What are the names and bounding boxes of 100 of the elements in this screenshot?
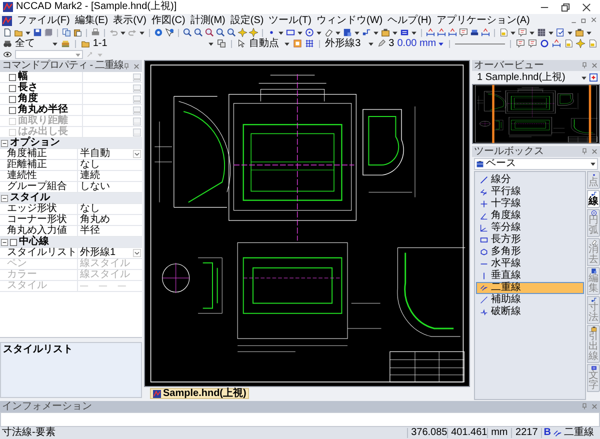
help-icon[interactable]	[154, 28, 163, 37]
layer-dropdown[interactable]: 1-1	[92, 38, 214, 48]
connector-icon[interactable]	[362, 28, 371, 37]
rectangle-icon[interactable]	[286, 28, 295, 37]
tool-item[interactable]: 平行線	[476, 186, 584, 198]
cursor-icon[interactable]	[237, 39, 246, 48]
ellipsis-button[interactable]	[133, 94, 141, 104]
pin-icon[interactable]	[581, 403, 588, 410]
view-frame[interactable]	[492, 85, 591, 143]
tool-item[interactable]: 補助線	[476, 294, 584, 306]
pin-icon[interactable]	[581, 62, 588, 69]
checkbox[interactable]	[9, 74, 16, 80]
open-folder-icon[interactable]	[80, 39, 90, 48]
menu-item[interactable]: ヘルプ(H)	[388, 16, 432, 26]
caret-icon[interactable]	[316, 30, 322, 36]
menu-item[interactable]: 設定(S)	[230, 16, 264, 26]
line-width-dropdown[interactable]: 0.00 mm	[397, 38, 444, 48]
pointer-help-icon[interactable]	[165, 28, 174, 37]
grid-icon[interactable]	[305, 39, 314, 48]
pin-icon[interactable]	[123, 62, 130, 70]
property-value[interactable]: なし	[80, 160, 100, 170]
property-value[interactable]: しない	[80, 182, 110, 192]
save-all-icon[interactable]	[44, 28, 53, 37]
line-style-dropdown[interactable]: 外形線3	[325, 38, 374, 48]
tool-item[interactable]: 二重線	[476, 282, 584, 294]
snap-dropdown[interactable]: 自動点	[249, 38, 290, 48]
dimension-icon[interactable]	[552, 39, 562, 48]
document-icon[interactable]	[564, 39, 574, 48]
ring-icon[interactable]	[540, 39, 550, 48]
menu-item[interactable]: ファイル(F)	[17, 16, 70, 26]
menu-item[interactable]: 表示(V)	[113, 16, 146, 26]
caret-icon[interactable]	[567, 30, 573, 36]
tool-item[interactable]: 多角形	[476, 246, 584, 258]
caret-icon[interactable]	[548, 30, 554, 36]
tool-item[interactable]: 破断線	[476, 306, 584, 318]
collapse-icon[interactable]	[1, 140, 8, 146]
copy-icon[interactable]	[62, 28, 71, 37]
caret-icon[interactable]	[52, 40, 58, 46]
menu-item[interactable]: 作図(C)	[151, 16, 186, 26]
dimension-icon[interactable]	[448, 28, 457, 37]
caret-icon[interactable]	[411, 30, 417, 36]
property-value[interactable]: 半自動	[80, 149, 110, 159]
checkbox[interactable]	[10, 238, 17, 246]
pencil-icon[interactable]	[376, 39, 386, 48]
ellipsis-button[interactable]	[133, 84, 141, 92]
caret-icon[interactable]	[590, 161, 596, 167]
block-icon[interactable]	[343, 28, 352, 37]
clipboard-icon[interactable]	[381, 28, 390, 37]
zoom-icon[interactable]	[227, 28, 236, 37]
category-tab[interactable]: 線	[587, 190, 600, 208]
dot-icon[interactable]	[267, 28, 276, 37]
category-dropdown[interactable]: ベース	[474, 158, 598, 170]
checkbox[interactable]	[9, 96, 16, 102]
checklist-icon[interactable]	[556, 28, 565, 37]
ellipsis-button[interactable]	[133, 106, 141, 114]
binoculars-icon[interactable]	[3, 39, 12, 48]
document-dropdown[interactable]: 1 Sample.hnd(上視)	[474, 72, 587, 82]
zoom-icon[interactable]	[183, 28, 192, 37]
collapse-icon[interactable]	[1, 194, 8, 202]
checkbox[interactable]	[9, 106, 16, 114]
caret-icon[interactable]	[297, 30, 303, 36]
overlap-icon[interactable]	[217, 39, 226, 48]
ellipsis-button[interactable]	[133, 72, 141, 82]
tool-item[interactable]: 水平線	[476, 258, 584, 270]
comment-icon[interactable]	[518, 28, 527, 37]
property-value[interactable]: 連続	[80, 171, 100, 181]
tool-item[interactable]: 線分	[476, 174, 584, 186]
filter-dropdown[interactable]: 全て	[15, 38, 58, 48]
document-tab[interactable]: Sample.hnd(上視)	[150, 388, 250, 399]
tool-item[interactable]: 等分線	[476, 222, 584, 234]
add-view-icon[interactable]	[589, 73, 598, 82]
save-icon[interactable]	[33, 28, 42, 37]
property-value[interactable]: なし	[80, 204, 100, 214]
caret-icon[interactable]	[438, 40, 444, 46]
property-value[interactable]: 角丸め	[80, 215, 110, 225]
tool-item[interactable]: 長方形	[476, 234, 584, 246]
tool-item[interactable]: 角度線	[476, 210, 584, 222]
comment-icon[interactable]	[528, 39, 538, 48]
menu-item[interactable]: ツール(T)	[268, 16, 312, 26]
zoom-icon[interactable]	[216, 28, 225, 37]
caret-icon[interactable]	[392, 30, 398, 36]
caret-icon[interactable]	[208, 40, 214, 46]
property-value[interactable]: 半径	[80, 226, 100, 236]
caret-icon[interactable]	[335, 30, 341, 36]
close-icon[interactable]	[582, 2, 591, 12]
caret-icon[interactable]	[25, 30, 31, 36]
layers-icon[interactable]	[470, 28, 479, 37]
caret-icon[interactable]	[139, 30, 145, 36]
collapse-icon[interactable]	[1, 238, 8, 246]
dimension-icon[interactable]	[481, 28, 490, 37]
star-icon[interactable]	[576, 39, 586, 48]
document-icon[interactable]	[588, 39, 598, 48]
menu-item[interactable]: 計測(M)	[190, 16, 226, 26]
clipboard-icon[interactable]	[575, 28, 584, 37]
text-tool-icon[interactable]	[400, 28, 409, 37]
caret-icon[interactable]	[510, 30, 516, 36]
caret-icon[interactable]	[529, 30, 535, 36]
printer-icon[interactable]	[91, 28, 100, 37]
caret-icon[interactable]	[581, 74, 587, 80]
menu-item[interactable]: アプリケーション(A)	[436, 16, 530, 26]
